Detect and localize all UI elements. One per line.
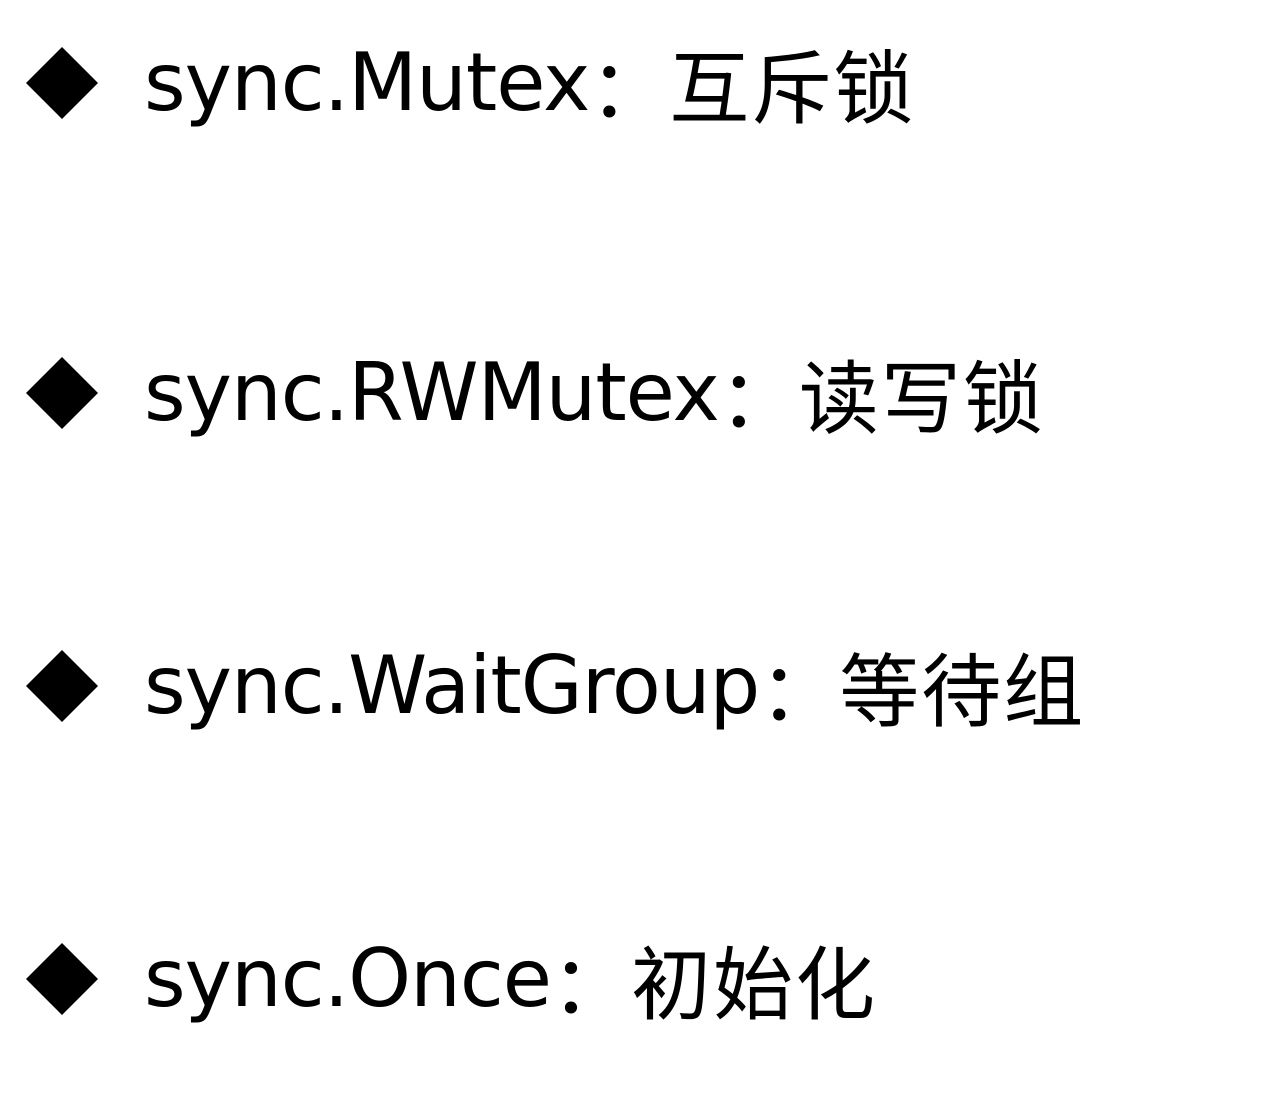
item-code: sync.Mutex xyxy=(144,36,590,129)
item-description: 等待组 xyxy=(839,646,1086,739)
bullet-list: sync.Mutex ： 互斥锁 sync.RWMutex ： 读写锁 sync… xyxy=(0,0,1284,1096)
item-description: 读写锁 xyxy=(798,353,1045,446)
diamond-bullet-icon xyxy=(22,43,102,123)
item-description: 初始化 xyxy=(631,939,878,1032)
item-separator: ： xyxy=(759,646,840,739)
list-item: sync.WaitGroup ： 等待组 xyxy=(22,631,1085,741)
item-code: sync.Once xyxy=(144,932,552,1025)
diamond-bullet-icon xyxy=(22,646,102,726)
diamond-bullet-icon xyxy=(22,939,102,1019)
item-description: 互斥锁 xyxy=(669,43,916,136)
diamond-bullet-icon xyxy=(22,353,102,433)
item-code: sync.WaitGroup xyxy=(144,639,760,732)
item-code: sync.RWMutex xyxy=(144,346,720,439)
list-item: sync.RWMutex ： 读写锁 xyxy=(22,338,1045,448)
item-separator: ： xyxy=(551,939,632,1032)
list-item: sync.Once ： 初始化 xyxy=(22,924,877,1034)
item-separator: ： xyxy=(589,43,670,136)
item-separator: ： xyxy=(718,353,799,446)
list-item: sync.Mutex ： 互斥锁 xyxy=(22,28,915,138)
